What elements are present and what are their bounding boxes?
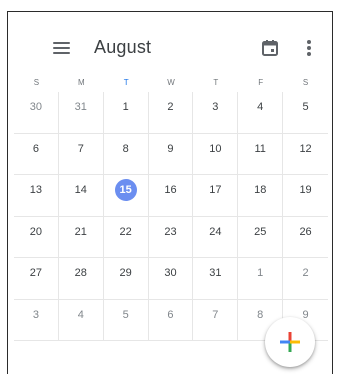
day-cell[interactable]: 6 [148,299,194,341]
day-number: 22 [119,225,132,238]
day-cell[interactable]: 31 [193,258,239,300]
day-cell[interactable]: 26 [283,217,328,258]
day-number: 25 [254,225,267,238]
day-number: 8 [257,308,264,321]
day-number: 7 [77,142,84,155]
day-number: 9 [167,142,174,155]
day-cell[interactable]: 16 [148,175,194,217]
day-cell[interactable]: 1 [103,92,149,134]
day-number: 27 [29,267,43,279]
day-number: 7 [212,308,219,321]
day-number: 24 [209,225,222,238]
day-cell[interactable]: 5 [103,299,149,341]
day-number: 30 [164,267,177,279]
day-number: 23 [164,225,177,238]
day-cell[interactable]: 11 [238,133,284,175]
day-number: 17 [209,184,222,196]
day-cell[interactable]: 6 [14,133,59,175]
day-number: 8 [122,142,129,155]
day-cell[interactable]: 20 [14,216,59,258]
day-cell[interactable]: 4 [238,92,284,134]
day-number: 1 [122,101,129,113]
day-cell[interactable]: 29 [103,258,149,300]
day-number: 4 [257,101,264,113]
create-event-button[interactable] [265,317,315,367]
day-number: 3 [32,308,39,321]
day-number: 18 [254,184,267,196]
day-cell[interactable]: 7 [58,133,104,175]
day-cell[interactable]: 2 [283,258,328,300]
day-number: 29 [119,267,132,279]
day-number: 1 [257,267,264,279]
day-cell[interactable]: 13 [14,175,59,217]
weekday-label: W [167,78,175,87]
day-cell[interactable]: 10 [193,133,239,175]
weekday-label: T [123,78,129,87]
weekday-label: S [302,78,309,87]
month-title[interactable]: August [94,37,151,58]
calendar-app-frame: August SMTWTFS 30 31 1 2 3 4 5 6 7 8 9 10 11 12 13 14 15… [7,11,333,374]
day-cell[interactable]: 1 [238,258,284,300]
day-cell[interactable]: 24 [193,216,239,258]
day-number: 15 [114,179,137,201]
day-number: 12 [299,142,312,155]
day-cell[interactable]: 31 [58,92,104,134]
day-number: 13 [29,184,43,196]
day-cell[interactable]: 23 [148,216,194,258]
day-number: 16 [164,184,177,196]
day-cell[interactable]: 30 [148,258,194,300]
weekday-label: M [77,78,85,87]
day-cell[interactable]: 17 [193,175,239,217]
day-number: 6 [167,308,174,321]
day-cell[interactable]: 14 [58,175,104,217]
day-cell[interactable]: 3 [193,92,239,134]
day-cell[interactable]: 30 [14,92,59,134]
more-vert-icon[interactable] [304,39,314,57]
day-number: 10 [209,142,222,155]
calendar-today-icon[interactable] [260,38,280,58]
day-cell[interactable]: 18 [238,175,284,217]
day-cell[interactable]: 7 [193,299,239,341]
day-cell[interactable]: 2 [148,92,194,134]
day-number: 14 [74,184,87,196]
weekday-label: S [33,78,40,87]
day-number: 31 [74,101,87,113]
day-number: 5 [122,308,129,321]
day-number: 6 [32,142,39,155]
day-number: 30 [29,101,43,113]
day-number: 11 [254,142,266,155]
day-cell[interactable]: 5 [283,92,328,134]
day-number: 26 [299,225,312,238]
weekday-label: T [213,78,219,87]
day-cell[interactable]: 21 [58,216,104,258]
month-grid: 30 31 1 2 3 4 5 6 7 8 9 10 11 12 13 14 15 16 17 18 19 20 21 22 2… [14,92,328,341]
day-cell[interactable]: 4 [58,299,104,341]
day-number: 3 [212,101,219,113]
day-number: 21 [74,225,87,238]
day-cell[interactable]: 19 [283,175,328,217]
hamburger-menu-icon[interactable] [52,40,72,56]
day-number: 2 [302,267,309,279]
day-number: 20 [29,225,43,238]
day-cell[interactable]: 28 [58,258,104,300]
day-number: 5 [302,101,309,113]
day-cell[interactable]: 27 [14,258,59,300]
day-cell[interactable]: 8 [103,133,149,175]
day-number: 2 [167,101,174,113]
day-cell[interactable]: 9 [148,133,194,175]
day-cell[interactable]: 3 [14,299,59,341]
app-bar: August [8,12,332,72]
day-cell[interactable]: 25 [238,216,284,258]
weekday-header: SMTWTFS [14,76,328,90]
day-cell-today[interactable]: 15 [103,175,149,217]
day-number: 28 [74,267,87,279]
day-cell[interactable]: 12 [283,134,328,175]
weekday-label: F [258,78,264,87]
day-number: 31 [209,267,222,279]
add-plus-icon [280,332,300,352]
day-number: 4 [77,308,84,321]
day-number: 19 [299,184,312,196]
day-cell[interactable]: 22 [103,216,149,258]
